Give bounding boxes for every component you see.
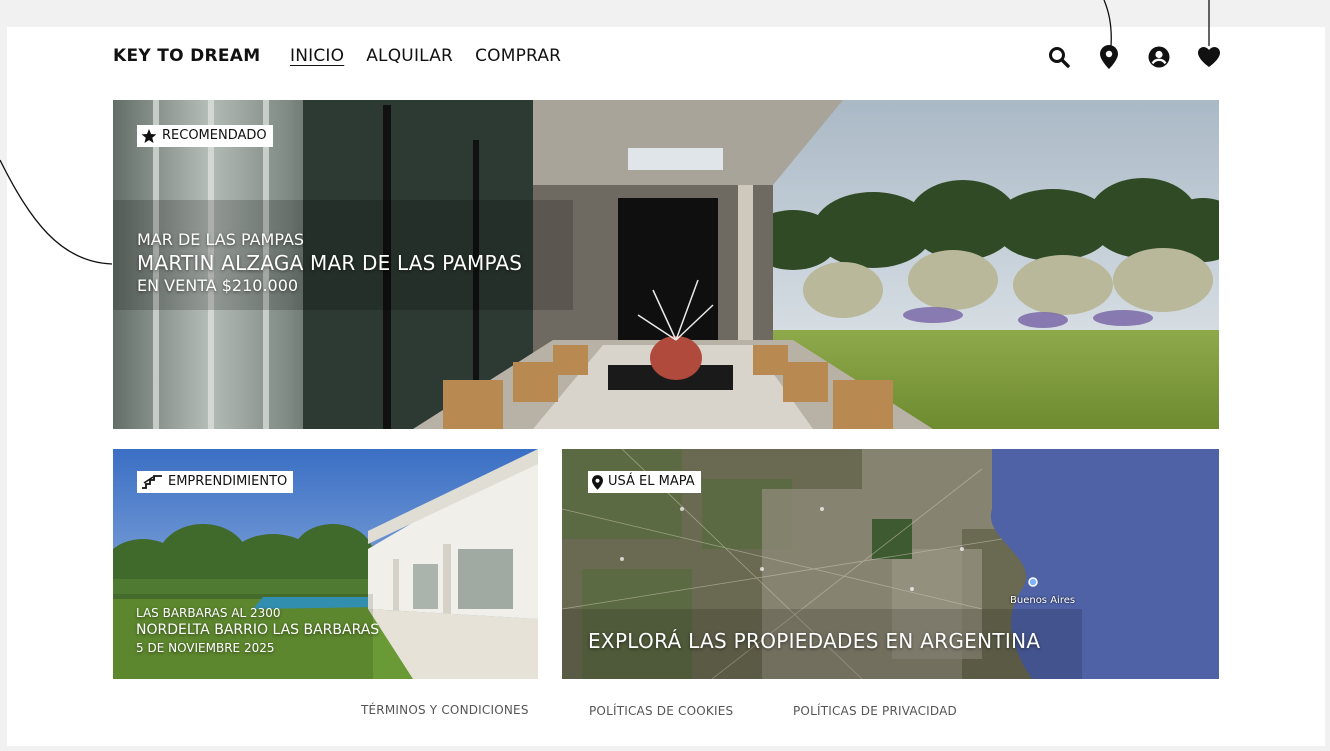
development-card[interactable]: EMPRENDIMIENTO LAS BARBARAS AL 2300 NORD…	[113, 449, 538, 679]
heart-icon[interactable]	[1197, 45, 1221, 69]
development-address: LAS BARBARAS AL 2300	[136, 606, 281, 620]
map-pin-icon[interactable]	[1097, 45, 1121, 69]
development-title: NORDELTA BARRIO LAS BARBARAS	[136, 622, 380, 638]
footer-link-cookies[interactable]: POLÍTICAS DE COOKIES	[589, 704, 733, 718]
header-icons	[1047, 45, 1221, 69]
search-icon[interactable]	[1047, 45, 1071, 69]
footer-link-privacy[interactable]: POLÍTICAS DE PRIVACIDAD	[793, 704, 957, 718]
featured-property-card[interactable]: RECOMENDADO MAR DE LAS PAMPAS MARTIN ALZ…	[113, 100, 1219, 429]
star-icon	[141, 128, 157, 143]
development-caption: LAS BARBARAS AL 2300 NORDELTA BARRIO LAS…	[136, 606, 379, 656]
featured-location: MAR DE LAS PAMPAS	[137, 230, 305, 249]
brand-logo[interactable]: KEY TO DREAM	[113, 46, 260, 66]
featured-caption: MAR DE LAS PAMPAS MARTIN ALZAGA MAR DE L…	[137, 230, 522, 296]
nav-alquilar[interactable]: ALQUILAR	[366, 46, 453, 66]
recommended-tag: RECOMENDADO	[137, 125, 273, 147]
development-tag-label: EMPRENDIMIENTO	[168, 474, 288, 489]
recommended-tag-label: RECOMENDADO	[162, 128, 267, 143]
featured-title: MARTIN ALZAGA MAR DE LAS PAMPAS	[137, 251, 523, 275]
featured-price: EN VENTA $210.000	[137, 276, 299, 295]
map-city-label: Buenos Aires	[1010, 595, 1076, 606]
nav-comprar[interactable]: COMPRAR	[475, 46, 561, 66]
user-icon[interactable]	[1147, 45, 1171, 69]
development-date: 5 DE NOVIEMBRE 2025	[136, 641, 275, 655]
stairs-icon	[142, 475, 162, 489]
nav-inicio[interactable]: INICIO	[290, 46, 344, 66]
footer-link-terms[interactable]: TÉRMINOS Y CONDICIONES	[361, 703, 529, 717]
main-nav: INICIO ALQUILAR COMPRAR	[290, 46, 561, 66]
page: KEY TO DREAM INICIO ALQUILAR COMPRAR REC…	[7, 27, 1325, 746]
map-tag-label: USÁ EL MAPA	[608, 474, 695, 489]
map-pin-icon	[592, 474, 603, 490]
map-card[interactable]: Buenos Aires USÁ EL MAPA EXPLORÁ LAS PRO…	[562, 449, 1219, 679]
development-tag: EMPRENDIMIENTO	[137, 471, 294, 493]
map-title: EXPLORÁ LAS PROPIEDADES EN ARGENTINA	[588, 629, 1041, 653]
map-tag: USÁ EL MAPA	[588, 471, 701, 493]
